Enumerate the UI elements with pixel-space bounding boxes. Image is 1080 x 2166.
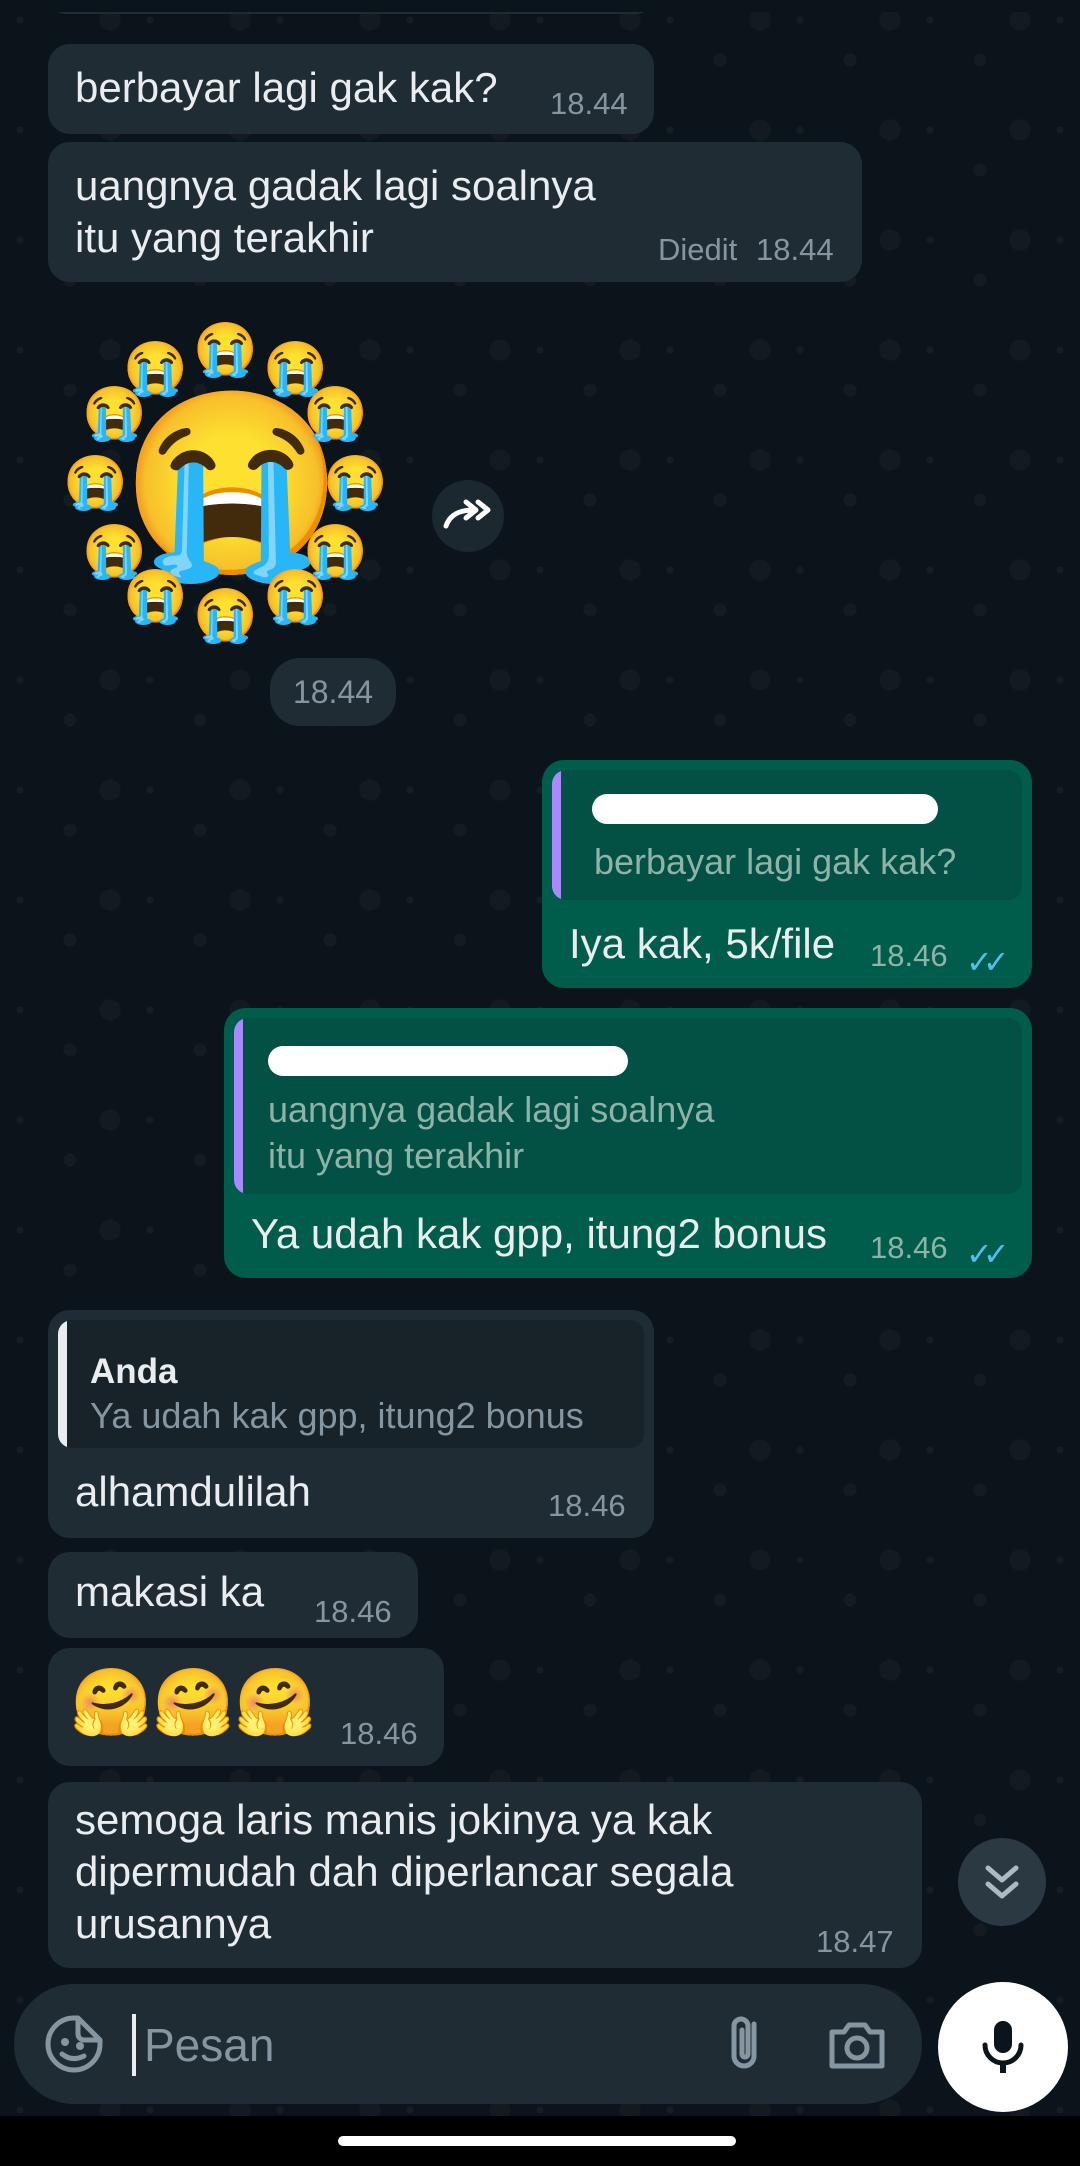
message-time: 18.44 [550,86,628,121]
message-time: 18.46 [870,938,948,973]
message-text-line: dipermudah dah diperlancar segala [75,1848,734,1895]
redacted-name [592,794,938,824]
scroll-to-bottom-button[interactable] [958,1838,1046,1926]
crying-face-emoji: 😭 [63,454,128,512]
message-text: Iya kak, 5k/file [569,920,836,967]
crying-face-emoji: 😭 [193,321,258,379]
quote-author: Anda [90,1352,178,1391]
crying-face-emoji: 😭 [323,454,388,512]
forward-button[interactable] [432,480,504,552]
crying-face-emoji: 😭 [263,568,328,626]
message-time: 18.46 [340,1716,418,1751]
emoji-button[interactable] [42,2012,106,2076]
home-gesture-handle[interactable] [338,2136,736,2146]
reply-quote[interactable]: Anda Ya udah kak gpp, itung2 bonus [58,1320,644,1448]
redacted-name [268,1046,628,1076]
message-text: berbayar lagi gak kak? [75,64,498,111]
crying-face-sticker: 😭 [120,384,345,585]
message-time: 18.46 [314,1594,392,1629]
reply-quote[interactable]: uangnya gadak lagi soalnya itu yang tera… [234,1018,1022,1194]
message-bubble-incoming[interactable]: uangnya gadak lagi soalnya itu yang tera… [48,142,862,282]
quote-bar [58,1320,67,1448]
sticker-emoji-icon [45,2015,103,2073]
sticker-message[interactable]: 😭 😭 😭 😭 😭 😭 😭 😭 😭 😭 😭 😭 😭 [60,320,390,650]
edited-label: Diedit [658,232,738,267]
message-text-line: itu yang terakhir [75,214,374,261]
quote-text-line: itu yang terakhir [268,1135,525,1176]
read-ticks-icon: ✓✓ [966,1236,1010,1272]
chat-screen: berbayar lagi gak kak? 18.44 uangnya gad… [0,0,1080,2166]
text-cursor [132,2014,136,2076]
quote-bar [552,770,561,900]
message-bubble-incoming[interactable]: Anda Ya udah kak gpp, itung2 bonus alham… [48,1310,654,1538]
message-text: makasi ka [75,1568,265,1615]
message-text-line: uangnya gadak lagi soalnya [75,162,596,209]
read-ticks-icon: ✓✓ [966,944,1010,980]
crying-face-emoji: 😭 [82,385,147,443]
quote-bar [234,1018,243,1194]
message-bubble-outgoing[interactable]: uangnya gadak lagi soalnya itu yang tera… [224,1008,1032,1278]
quote-text: Ya udah kak gpp, itung2 bonus [90,1395,584,1436]
message-time: 18.46 [870,1230,948,1265]
mic-icon [982,2021,1024,2073]
message-text: alhamdulilah [75,1468,311,1515]
message-time: 18.46 [548,1488,626,1523]
camera-icon [829,2022,885,2069]
message-composer[interactable]: Pesan [14,1984,922,2104]
reply-quote[interactable]: berbayar lagi gak kak? [552,770,1022,900]
chevrons-down-icon [985,1865,1019,1899]
message-time: 18.47 [816,1924,894,1959]
message-bubble-incoming[interactable]: 🤗🤗🤗 18.46 [48,1648,444,1766]
crying-face-emoji: 😭 [123,568,188,626]
message-bubble-incoming[interactable]: makasi ka 18.46 [48,1552,418,1638]
message-text-line: urusannya [75,1900,272,1947]
hugging-face-emoji-message: 🤗🤗🤗 [70,1665,317,1739]
camera-button[interactable] [822,2010,892,2080]
attach-button[interactable] [712,2008,782,2078]
top-edge [0,0,1080,12]
forward-icon [443,499,491,529]
sticker-time: 18.44 [270,658,396,726]
quote-text-line: uangnya gadak lagi soalnya [268,1089,715,1130]
message-time: 18.44 [756,232,834,267]
paperclip-icon [731,2016,757,2069]
message-text-line: semoga laris manis jokinya ya kak [75,1796,713,1843]
crying-face-emoji: 😭 [193,587,258,645]
message-bubble-outgoing[interactable]: berbayar lagi gak kak? Iya kak, 5k/file … [542,760,1032,988]
message-bubble-incoming[interactable]: berbayar lagi gak kak? 18.44 [48,44,654,134]
voice-message-button[interactable] [938,1982,1068,2112]
crying-face-emoji: 😭 [303,385,368,443]
message-input-placeholder[interactable]: Pesan [144,2014,274,2076]
message-text: Ya udah kak gpp, itung2 bonus [251,1210,828,1257]
quote-text: berbayar lagi gak kak? [594,841,957,882]
message-bubble-incoming[interactable]: semoga laris manis jokinya ya kak diperm… [48,1782,922,1968]
